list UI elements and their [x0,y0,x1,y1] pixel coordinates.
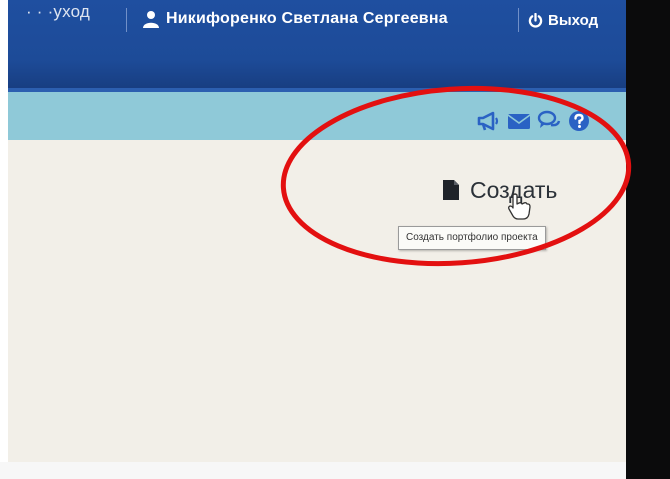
announcements-button[interactable] [476,109,502,133]
megaphone-icon [477,111,499,131]
monitor-bezel [626,0,670,479]
envelope-icon [507,114,531,129]
hand-cursor-icon [508,193,531,220]
user-menu[interactable]: Никифоренко Светлана Сергеевна [142,6,448,32]
toolbar-icons [476,108,592,134]
help-button[interactable] [566,109,592,133]
create-tooltip: Создать портфолио проекта [398,226,546,250]
logout-label: Выход [548,11,599,29]
help-icon [569,111,589,131]
create-button[interactable]: Создать [442,170,557,210]
monitor-edge [0,462,626,479]
user-name: Никифоренко Светлана Сергеевна [166,10,448,27]
top-navbar: · · ·уход Никифоренко Светлана Сергеевна… [8,0,626,92]
breadcrumb-fragment[interactable]: · · ·уход [26,2,90,22]
user-icon [143,11,159,28]
chat-icon [537,110,561,128]
logout-button[interactable]: Выход [528,7,598,33]
chat-button[interactable] [536,109,562,133]
power-icon [528,12,543,28]
file-icon [443,180,459,200]
navbar-divider [518,8,519,32]
messages-button[interactable] [506,109,532,133]
navbar-divider [126,8,127,32]
